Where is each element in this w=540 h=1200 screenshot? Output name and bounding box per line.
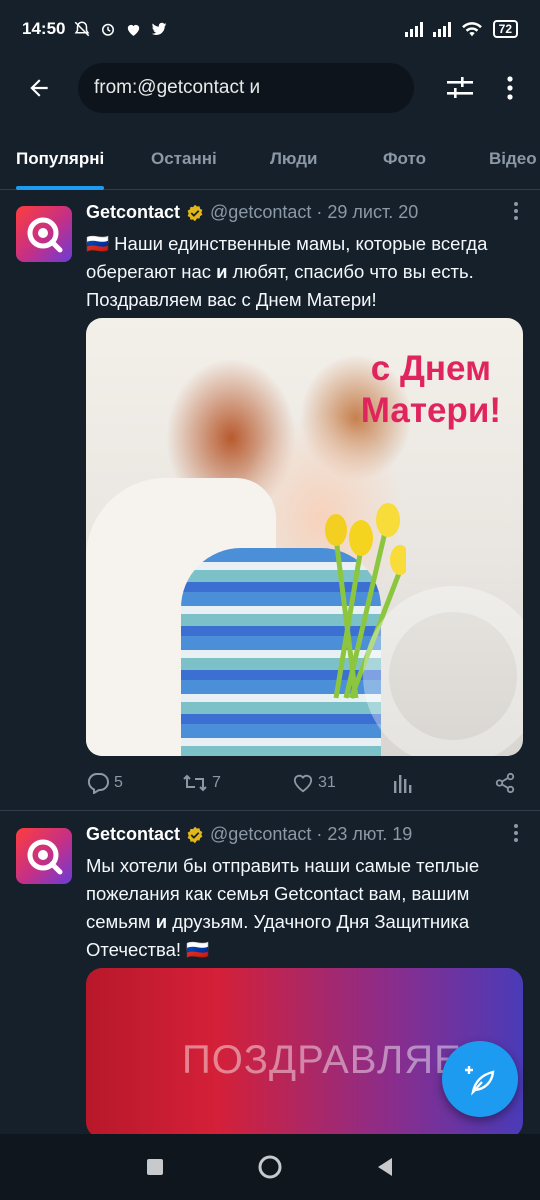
heart-icon	[128, 24, 140, 36]
back-button[interactable]	[0, 58, 78, 118]
bell-off-icon	[75, 21, 90, 37]
tweet-header: Getcontact @getcontact · 29 лист. 20	[86, 202, 418, 223]
twitter-bird-icon	[151, 22, 167, 36]
battery-indicator: 72	[492, 20, 518, 38]
search-input[interactable]: from:@getcontact и	[78, 63, 414, 113]
flag-emoji: 🇷🇺	[86, 233, 110, 254]
search-tabs: Популярні Останні Люди Фото Відео	[0, 128, 540, 190]
arrow-left-icon	[30, 79, 48, 97]
tweet-divider	[0, 810, 540, 811]
recents-icon[interactable]	[146, 1158, 164, 1176]
reply-icon	[87, 773, 109, 794]
tweet-menu-button[interactable]	[514, 202, 518, 225]
heart-outline-icon	[293, 774, 313, 793]
tweet-date: · 29 лист. 20	[316, 202, 419, 222]
avatar[interactable]	[16, 206, 72, 262]
analytics-icon	[394, 775, 412, 793]
home-icon[interactable]	[257, 1154, 283, 1180]
status-time: 14:50	[22, 19, 66, 38]
retweet-count: 7	[212, 774, 221, 791]
share-icon	[495, 772, 515, 794]
more-vertical-icon	[514, 202, 518, 220]
more-vertical-icon	[507, 76, 513, 100]
tweet-text: Мы хотели бы отправить наши самые теплые…	[86, 855, 480, 960]
search-query: from:@getcontact и	[94, 77, 261, 98]
tab-videos[interactable]: Відео	[489, 128, 537, 190]
author-handle[interactable]: @getcontact	[210, 824, 311, 845]
status-notification-icons	[73, 20, 168, 38]
system-nav-bar	[0, 1134, 540, 1200]
like-button[interactable]: 31	[292, 773, 392, 793]
signal-icon	[404, 21, 423, 37]
verified-badge-icon	[187, 204, 203, 221]
tweet-date: · 23 лют. 19	[316, 824, 413, 844]
tweet-image[interactable]: с Днем Матери!	[86, 318, 523, 756]
compose-feather-icon	[465, 1066, 495, 1096]
share-button[interactable]	[494, 772, 516, 794]
tweet-menu-button[interactable]	[514, 824, 518, 847]
getcontact-logo-icon	[27, 839, 63, 875]
tweet-header: Getcontact @getcontact · 23 лют. 19	[86, 824, 412, 845]
signal-icon	[432, 21, 451, 37]
tab-people[interactable]: Люди	[270, 128, 317, 190]
analytics-button[interactable]	[392, 773, 488, 793]
tab-top[interactable]: Популярні	[16, 128, 105, 190]
more-vertical-icon	[514, 824, 518, 842]
verified-badge-icon	[187, 826, 203, 843]
flag-emoji: 🇷🇺	[186, 939, 210, 960]
overflow-menu-button[interactable]	[490, 58, 530, 118]
back-triangle-icon[interactable]	[376, 1157, 394, 1177]
image-caption: с Днем Матери!	[360, 349, 501, 430]
search-header: from:@getcontact и	[0, 58, 540, 118]
tweet[interactable]: Getcontact @getcontact · 29 лист. 20 🇷🇺 …	[0, 190, 540, 810]
tweet-text: 🇷🇺 Наши единственные мамы, которые всегд…	[86, 233, 488, 310]
alarm-icon	[102, 23, 115, 36]
getcontact-logo-icon	[27, 217, 63, 253]
author-handle[interactable]: @getcontact	[210, 202, 311, 223]
sliders-icon	[447, 77, 473, 98]
status-bar: 14:50 72	[0, 0, 540, 58]
reply-count: 5	[114, 774, 123, 791]
like-count: 31	[318, 774, 336, 791]
tweet-actions: 5 7 31	[86, 772, 516, 794]
retweet-button[interactable]: 7	[182, 773, 292, 793]
reply-button[interactable]: 5	[86, 772, 182, 794]
author-name[interactable]: Getcontact	[86, 824, 180, 845]
search-filters-button[interactable]	[430, 58, 490, 118]
tab-latest[interactable]: Останні	[151, 128, 217, 190]
status-system-icons: 72	[404, 20, 518, 38]
author-name[interactable]: Getcontact	[86, 202, 180, 223]
avatar[interactable]	[16, 828, 72, 884]
wifi-icon	[461, 22, 482, 37]
tab-photos[interactable]: Фото	[383, 128, 426, 190]
compose-tweet-button[interactable]	[442, 1041, 518, 1117]
retweet-icon	[183, 774, 207, 792]
